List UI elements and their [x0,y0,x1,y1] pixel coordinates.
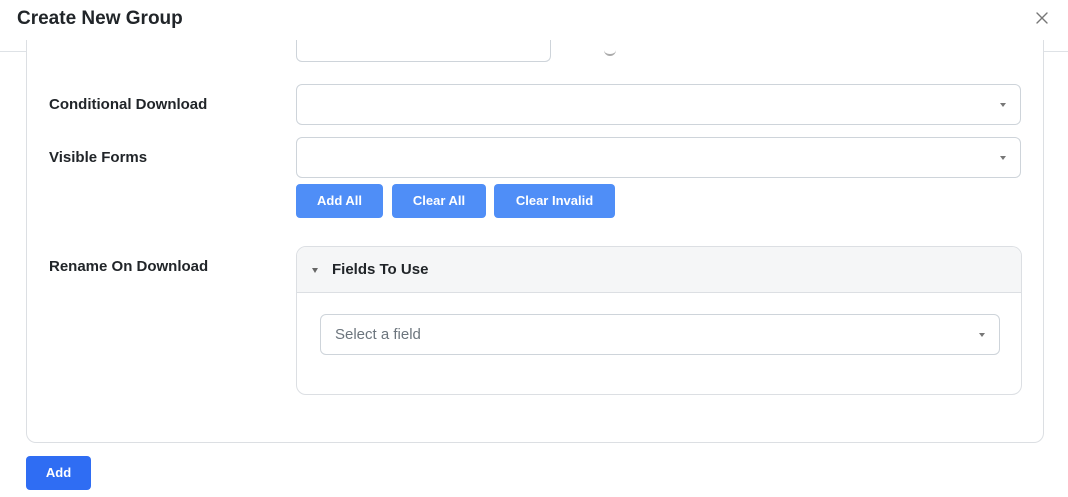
chevron-down-icon [979,332,985,337]
visible-forms-label: Visible Forms [49,149,148,166]
chevron-down-icon [1000,155,1006,160]
conditional-download-select[interactable] [296,84,1021,125]
clear-invalid-button[interactable]: Clear Invalid [494,184,615,218]
chevron-down-icon [1000,102,1006,107]
modal-title: Create New Group [17,8,183,29]
create-group-modal: Create New Group Conditional Download Vi… [0,0,1068,497]
fields-to-use-title: Fields To Use [332,261,429,278]
field-select-placeholder: Select a field [335,326,421,343]
field-select[interactable]: Select a field [320,314,1000,355]
close-button[interactable] [1030,6,1054,30]
add-button[interactable]: Add [26,456,91,490]
conditional-download-label: Conditional Download [49,96,208,113]
fields-to-use-panel: Fields To Use Select a field [296,246,1022,395]
partial-input-field[interactable] [296,40,551,62]
add-all-button[interactable]: Add All [296,184,383,218]
visible-forms-select[interactable] [296,137,1021,178]
rename-on-download-label: Rename On Download [49,258,209,275]
caret-down-icon [312,268,318,273]
clear-all-button[interactable]: Clear All [392,184,486,218]
close-icon [1036,12,1048,24]
fields-to-use-header[interactable]: Fields To Use [297,247,1021,293]
